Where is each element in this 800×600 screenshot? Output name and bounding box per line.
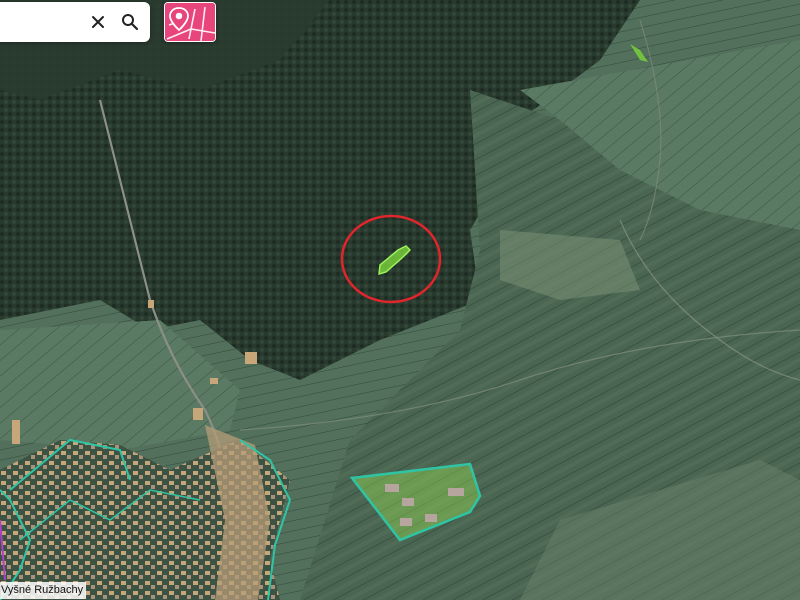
- close-icon[interactable]: [86, 10, 110, 34]
- search-box: [0, 2, 150, 42]
- place-label: Vyšné Ružbachy: [0, 582, 87, 599]
- search-input[interactable]: [0, 2, 96, 42]
- parcel-tool-button[interactable]: [164, 2, 216, 42]
- map-canvas[interactable]: [0, 0, 800, 600]
- map-pin-parcel-icon: [165, 3, 215, 41]
- search-icon[interactable]: [118, 10, 142, 34]
